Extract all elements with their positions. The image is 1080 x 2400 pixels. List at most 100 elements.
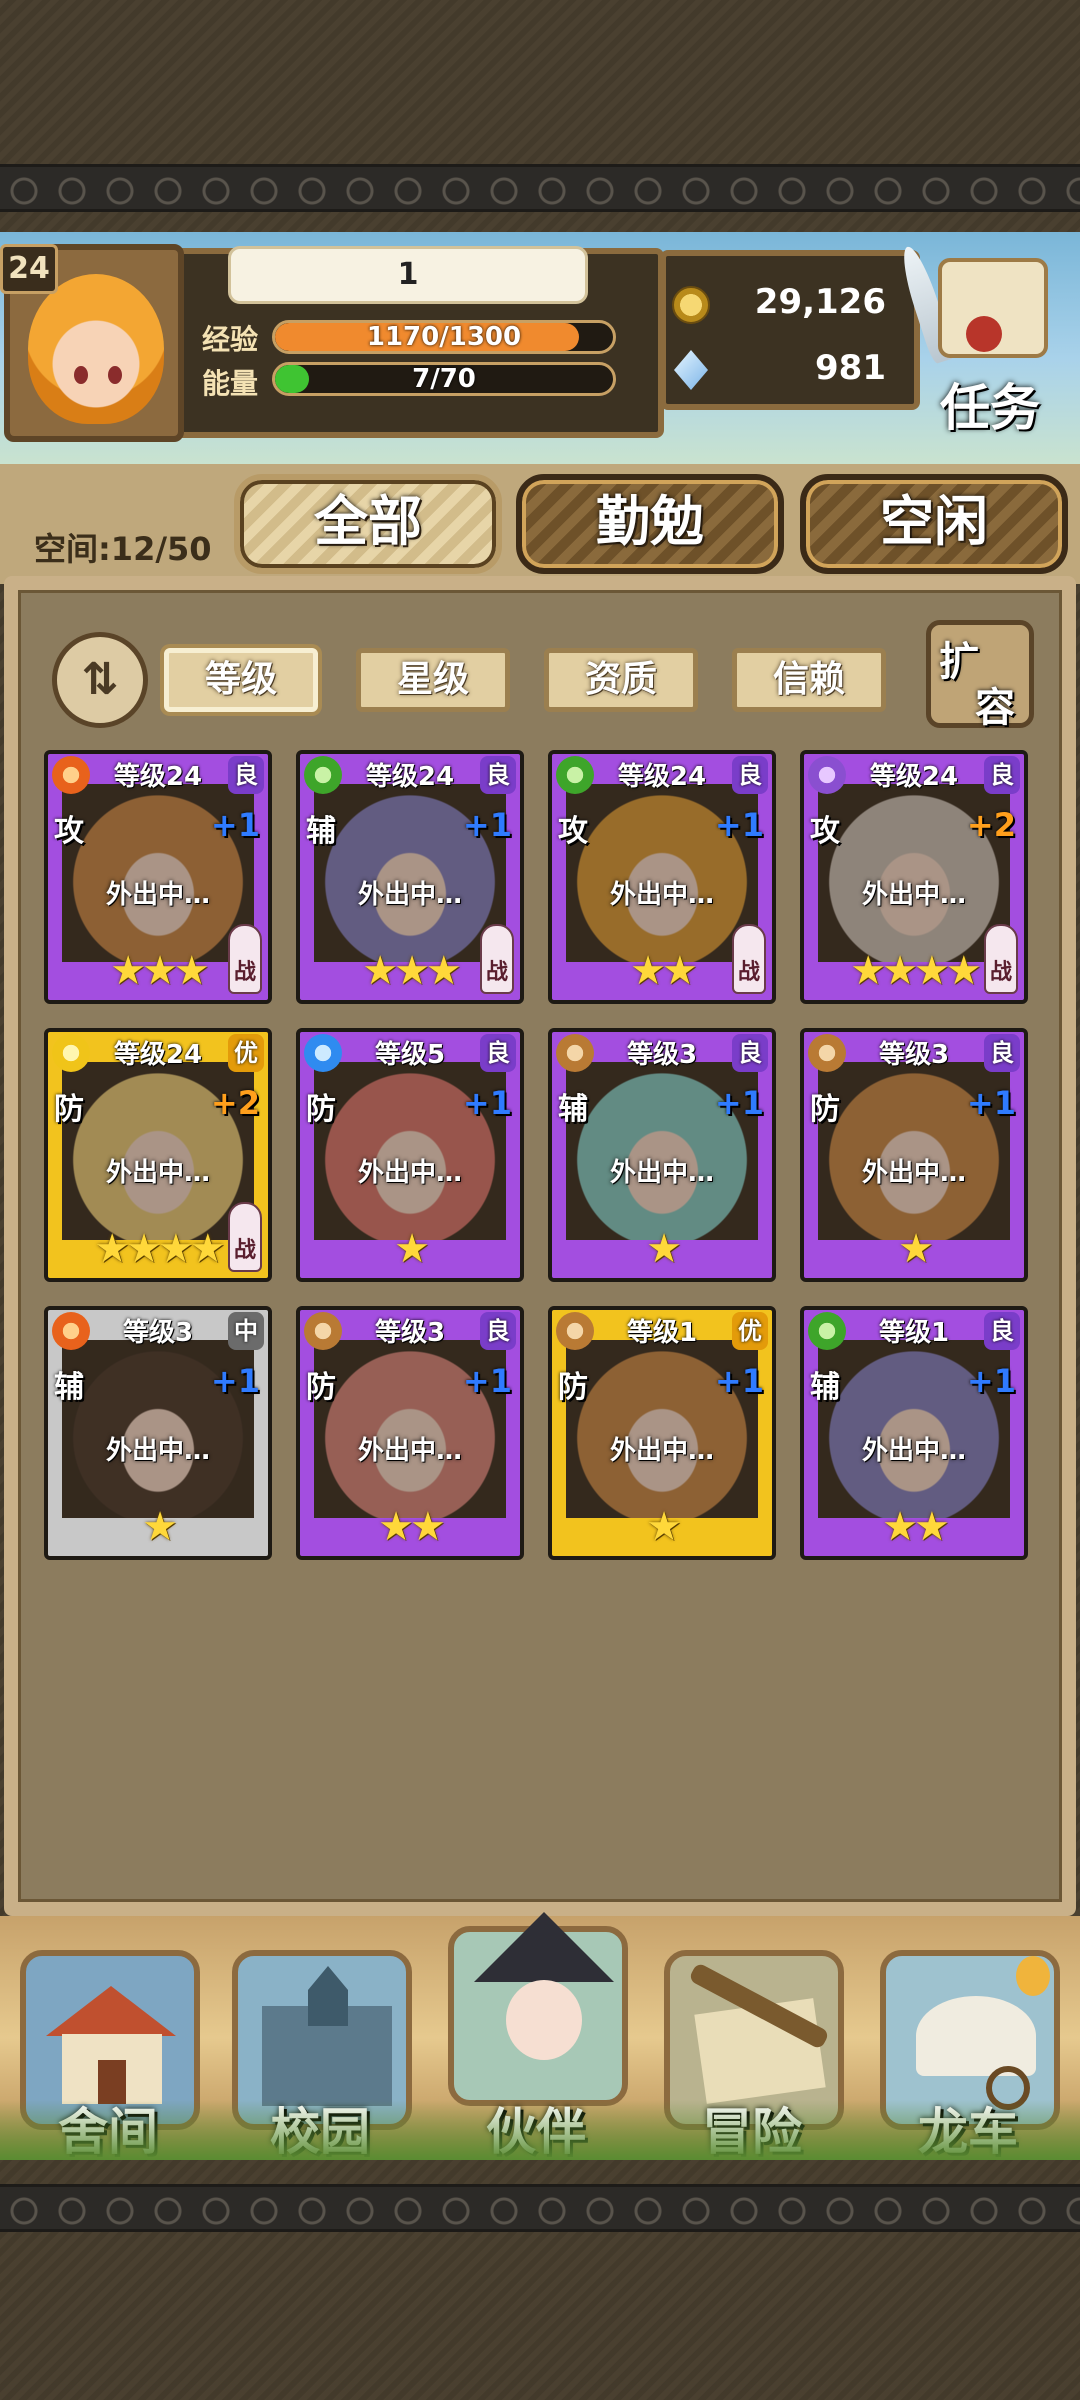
sort-toggle-icon: ⇅ (81, 654, 119, 705)
battle-sword-icon: 战 (732, 924, 766, 994)
partner-card[interactable]: 等级24 良攻 +2 外出中… ★★★★ 战 (800, 750, 1028, 1004)
gold-coin-icon (672, 286, 710, 324)
energy-bar: 7/70 (272, 362, 616, 396)
exp-value: 1170/1300 (366, 322, 522, 352)
partner-status: 外出中… (609, 1158, 714, 1188)
rarity-badge: 优 (732, 1312, 768, 1350)
avatar-eye-right (108, 366, 122, 384)
star-rating: ★ (646, 1504, 682, 1550)
expand-capacity-button[interactable]: 扩 容 (926, 620, 1034, 731)
enhance-bonus: +1 (210, 1362, 260, 1400)
avatar-eye-left (74, 366, 88, 384)
partner-card[interactable]: 等级24 良辅 +1 外出中… ★★★ 战 (296, 750, 524, 1004)
partner-role: 辅 (810, 1370, 840, 1405)
rarity-badge: 良 (732, 1034, 768, 1072)
rarity-badge: 良 (984, 1312, 1020, 1350)
rarity-badge: 良 (480, 1312, 516, 1350)
witch-face (506, 1980, 582, 2060)
partner-status: 外出中… (105, 880, 210, 910)
rarity-badge: 良 (480, 1034, 516, 1072)
partner-status: 外出中… (105, 1436, 210, 1466)
rarity-badge: 中 (228, 1312, 264, 1350)
star-rating: ★ (142, 1504, 178, 1550)
partner-role: 防 (810, 1092, 840, 1127)
enhance-bonus: +1 (714, 806, 764, 844)
battle-sword-icon: 战 (984, 924, 1018, 994)
partner-status: 外出中… (357, 1158, 462, 1188)
partner-role: 攻 (810, 814, 840, 849)
partner-card[interactable]: 等级24 良攻 +1 外出中… ★★ 战 (548, 750, 776, 1004)
partner-card[interactable]: 等级5 良防 +1 外出中… ★ (296, 1028, 524, 1282)
enhance-bonus: +1 (714, 1362, 764, 1400)
grass-decoration (0, 2100, 1080, 2160)
filter-aptitude[interactable]: 资质 (544, 648, 698, 712)
player-name[interactable]: 1 (228, 246, 588, 304)
star-rating: ★ (394, 1226, 430, 1272)
partner-card[interactable]: 等级1 优防 +1 外出中… ★ (548, 1306, 776, 1560)
tab-all[interactable]: 全部 (234, 474, 502, 574)
partner-status: 外出中… (861, 880, 966, 910)
partner-role: 防 (558, 1370, 588, 1405)
partner-card[interactable]: 等级3 良辅 +1 外出中… ★ (548, 1028, 776, 1282)
energy-value: 7/70 (412, 364, 476, 394)
star-rating: ★★ (378, 1504, 446, 1550)
partner-status: 外出中… (357, 1436, 462, 1466)
partner-role: 攻 (54, 814, 84, 849)
exp-label: 经验 (202, 323, 259, 356)
enhance-bonus: +1 (210, 806, 260, 844)
expand-label-bottom: 容 (975, 685, 1015, 731)
wagon-cover (916, 1996, 1036, 2076)
filter-stars[interactable]: 星级 (356, 648, 510, 712)
house-roof (46, 1986, 176, 2036)
school-tower (308, 1966, 348, 2026)
partner-status: 外出中… (357, 880, 462, 910)
partner-status: 外出中… (105, 1158, 210, 1188)
partner-role: 攻 (558, 814, 588, 849)
star-rating: ★ (898, 1226, 934, 1272)
expand-label-top: 扩 (939, 639, 979, 685)
gem-amount: 981 (815, 348, 886, 388)
partner-card[interactable]: 等级1 良辅 +1 外出中… ★★ (800, 1306, 1028, 1560)
exp-bar: 1170/1300 (272, 320, 616, 354)
top-border-strip (0, 164, 1080, 212)
enhance-bonus: +2 (210, 1084, 260, 1122)
enhance-bonus: +1 (462, 806, 512, 844)
partner-card[interactable]: 等级24 优防 +2 外出中… ★★★★ 战 (44, 1028, 272, 1282)
partner-role: 防 (306, 1092, 336, 1127)
battle-sword-icon: 战 (228, 924, 262, 994)
star-rating: ★★ (882, 1504, 950, 1550)
star-rating: ★ (646, 1226, 682, 1272)
enhance-bonus: +1 (966, 1362, 1016, 1400)
filter-trust[interactable]: 信赖 (732, 648, 886, 712)
partner-status: 外出中… (861, 1436, 966, 1466)
battle-sword-icon: 战 (480, 924, 514, 994)
enhance-bonus: +1 (966, 1084, 1016, 1122)
witch-girl-icon (448, 1912, 628, 2106)
partner-card[interactable]: 等级3 中辅 +1 外出中… ★ (44, 1306, 272, 1560)
rarity-badge: 优 (228, 1034, 264, 1072)
partner-card[interactable]: 等级3 良防 +1 外出中… ★★ (296, 1306, 524, 1560)
enhance-bonus: +1 (462, 1084, 512, 1122)
tab-diligent[interactable]: 勤勉 (516, 474, 784, 574)
balloons (1016, 1956, 1050, 1996)
partner-status: 外出中… (609, 1436, 714, 1466)
bottom-border-strip (0, 2184, 1080, 2232)
tab-idle[interactable]: 空闲 (800, 474, 1068, 574)
player-level-badge: 24 (0, 244, 58, 294)
filter-level[interactable]: 等级 (164, 648, 318, 712)
task-button[interactable]: 任务 (896, 243, 1080, 444)
partner-card[interactable]: 等级24 良攻 +1 外出中… ★★★ 战 (44, 750, 272, 1004)
partner-role: 辅 (558, 1092, 588, 1127)
task-label: 任务 (940, 379, 1040, 437)
rarity-badge: 良 (228, 756, 264, 794)
partner-role: 防 (306, 1370, 336, 1405)
rarity-badge: 良 (984, 756, 1020, 794)
partner-card[interactable]: 等级3 良防 +1 外出中… ★ (800, 1028, 1028, 1282)
partner-role: 防 (54, 1092, 84, 1127)
avatar-portrait (28, 274, 164, 424)
storage-space-label: 空间:12/50 (34, 530, 212, 568)
enhance-bonus: +1 (462, 1362, 512, 1400)
wax-seal-icon (966, 316, 1002, 352)
sort-toggle-button[interactable]: ⇅ (52, 632, 148, 728)
battle-sword-icon: 战 (228, 1202, 262, 1272)
